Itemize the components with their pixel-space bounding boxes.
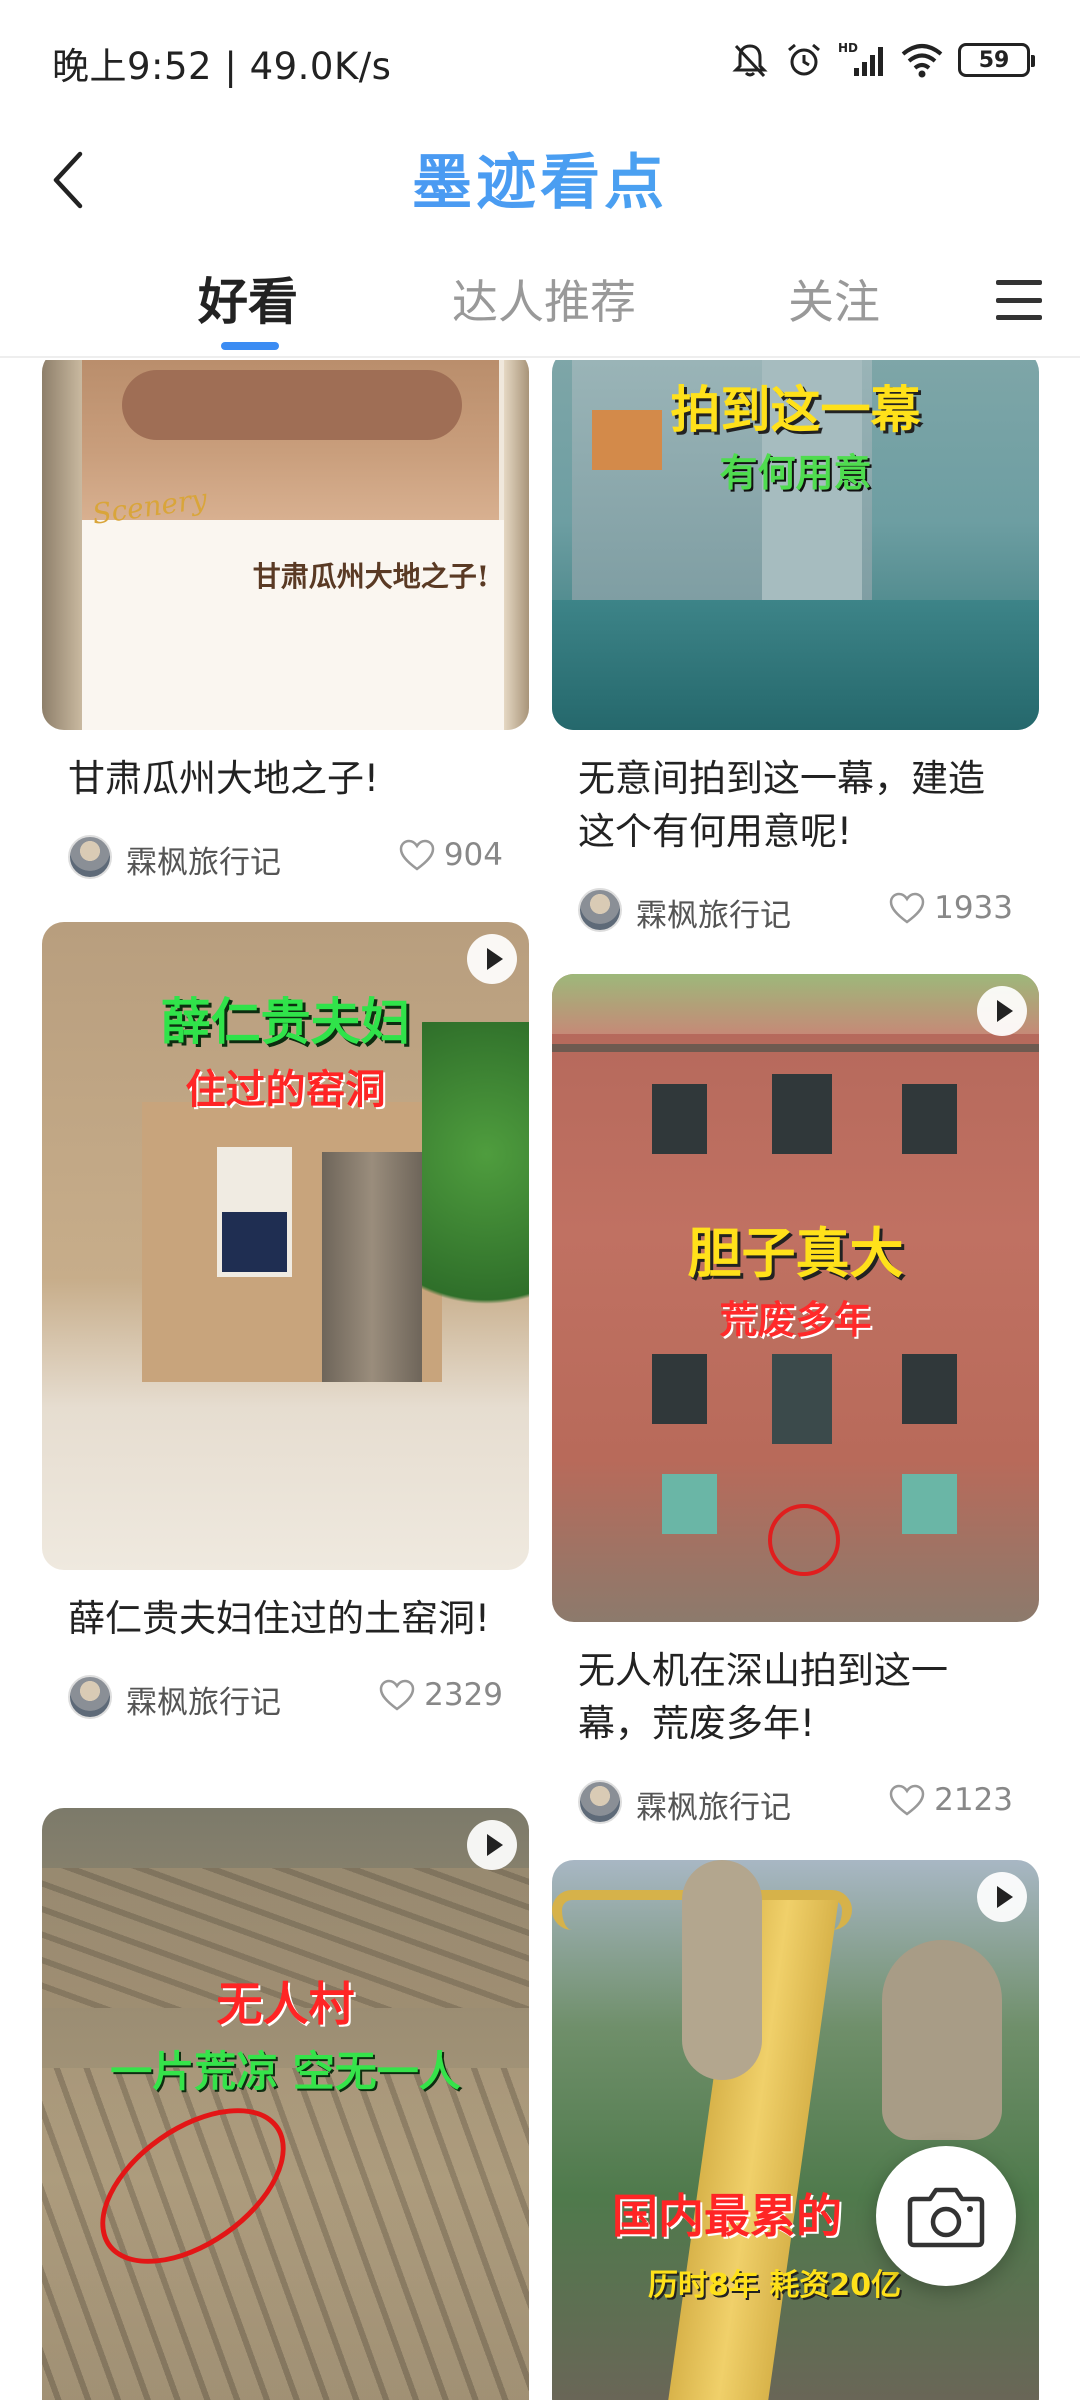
play-icon[interactable]	[977, 1872, 1027, 1922]
header: 墨迹看点	[0, 120, 1080, 250]
like-count: 904	[443, 837, 503, 873]
like-button[interactable]: 904	[398, 837, 503, 873]
feed-card[interactable]: 国内最累的 历时8年 耗资20亿	[552, 1860, 1039, 2400]
feed-card[interactable]: 薛仁贵夫妇 住过的窑洞 薛仁贵夫妇住过的土窑洞! 霖枫旅行记 2329	[42, 922, 529, 1725]
card-thumbnail[interactable]: 无人村 一片荒凉 空无一人	[42, 1808, 529, 2400]
avatar[interactable]	[68, 835, 112, 879]
tab-haokan[interactable]: 好看	[198, 262, 298, 334]
play-icon[interactable]	[467, 1820, 517, 1870]
author-name[interactable]: 霖枫旅行记	[126, 1677, 281, 1722]
card-thumbnail[interactable]: 拍到这一幕 有何用意	[552, 360, 1039, 730]
card-meta: 霖枫旅行记 2123	[552, 1770, 1039, 1830]
card-title[interactable]: 无人机在深山拍到这一幕，荒废多年!	[552, 1622, 1039, 1750]
camera-icon	[907, 2187, 985, 2248]
feed-card[interactable]: 胆子真大 荒废多年 无人机在深山拍到这一幕，荒废多年! 霖枫旅行记 2123	[552, 974, 1039, 1830]
status-bar: 晚上9:52 | 49.0K/s HD 59	[0, 0, 1080, 120]
like-count: 2329	[424, 1677, 503, 1713]
thumbnail-overlay-subtext: 历时8年 耗资20亿	[648, 2268, 902, 2303]
heart-icon	[379, 1679, 415, 1711]
thumbnail-overlay-text: 胆子真大	[687, 1222, 904, 1285]
hamburger-menu-icon[interactable]	[996, 280, 1042, 320]
avatar[interactable]	[578, 1780, 622, 1824]
heart-icon	[889, 1784, 925, 1816]
play-icon[interactable]	[467, 934, 517, 984]
camera-button[interactable]	[876, 2146, 1016, 2286]
tab-guanzhu[interactable]: 关注	[788, 266, 880, 332]
svg-text:HD: HD	[838, 41, 858, 55]
tab-daren-tuijian[interactable]: 达人推荐	[452, 266, 636, 332]
thumbnail-overlay-subtext: 一片荒凉 空无一人	[110, 2047, 461, 2096]
thumbnail-overlay-subtext: 荒废多年	[719, 1298, 872, 1342]
card-thumbnail[interactable]: 薛仁贵夫妇 住过的窑洞	[42, 922, 529, 1570]
feed: Scenery 甘肃瓜州大地之子! 甘肃瓜州大地之子! 霖枫旅行记 904 拍到…	[0, 360, 1080, 2400]
thumbnail-overlay-subtext: 有何用意	[719, 451, 872, 495]
card-thumbnail[interactable]: 国内最累的 历时8年 耗资20亿	[552, 1860, 1039, 2400]
like-count: 2123	[934, 1782, 1013, 1818]
status-icons: HD 59	[730, 36, 1035, 84]
status-time-speed: 晚上9:52 | 49.0K/s	[52, 45, 392, 88]
app-title: 墨迹看点	[0, 134, 1080, 221]
feed-card[interactable]: 拍到这一幕 有何用意 无意间拍到这一幕，建造这个有何用意呢! 霖枫旅行记 193…	[552, 360, 1039, 938]
card-title[interactable]: 薛仁贵夫妇住过的土窑洞!	[42, 1570, 529, 1645]
avatar[interactable]	[68, 1675, 112, 1719]
thumbnail-overlay-text: 拍到这一幕	[670, 381, 921, 439]
author-name[interactable]: 霖枫旅行记	[636, 1782, 791, 1827]
feed-card[interactable]: 无人村 一片荒凉 空无一人	[42, 1808, 529, 2400]
mute-bell-icon	[732, 44, 768, 78]
battery-level: 59	[978, 47, 1010, 73]
author-name[interactable]: 霖枫旅行记	[636, 890, 791, 935]
card-title[interactable]: 无意间拍到这一幕，建造这个有何用意呢!	[552, 730, 1039, 858]
play-icon[interactable]	[977, 986, 1027, 1036]
author-name[interactable]: 霖枫旅行记	[126, 837, 281, 882]
card-thumbnail[interactable]: 胆子真大 荒废多年	[552, 974, 1039, 1622]
thumbnail-overlay-text: 薛仁贵夫妇	[160, 993, 411, 1051]
card-meta: 霖枫旅行记 904	[42, 825, 529, 885]
avatar[interactable]	[578, 888, 622, 932]
wifi-icon	[901, 44, 943, 78]
like-button[interactable]: 2123	[888, 1782, 1013, 1818]
feed-card[interactable]: Scenery 甘肃瓜州大地之子! 甘肃瓜州大地之子! 霖枫旅行记 904	[42, 360, 529, 885]
card-title[interactable]: 甘肃瓜州大地之子!	[42, 730, 529, 805]
tab-bar: 好看 达人推荐 关注	[0, 250, 1080, 358]
heart-icon	[889, 892, 925, 924]
active-tab-indicator	[221, 342, 279, 350]
alarm-icon	[788, 43, 820, 76]
thumbnail-overlay-subtext: 住过的窑洞	[185, 1067, 386, 1113]
card-meta: 霖枫旅行记 1933	[552, 878, 1039, 938]
heart-icon	[399, 839, 435, 871]
thumbnail-overlay-text: 甘肃瓜州大地之子!	[252, 560, 489, 593]
thumbnail-overlay-text: 国内最累的	[612, 2189, 842, 2243]
like-button[interactable]: 1933	[888, 890, 1013, 926]
thumbnail-overlay-text: 无人村	[216, 1977, 355, 2031]
hd-signal-icon: HD	[838, 41, 883, 76]
card-meta: 霖枫旅行记 2329	[42, 1665, 529, 1725]
like-count: 1933	[934, 890, 1013, 926]
like-button[interactable]: 2329	[378, 1677, 503, 1713]
battery-icon: 59	[958, 43, 1035, 77]
card-thumbnail[interactable]: Scenery 甘肃瓜州大地之子!	[42, 360, 529, 730]
